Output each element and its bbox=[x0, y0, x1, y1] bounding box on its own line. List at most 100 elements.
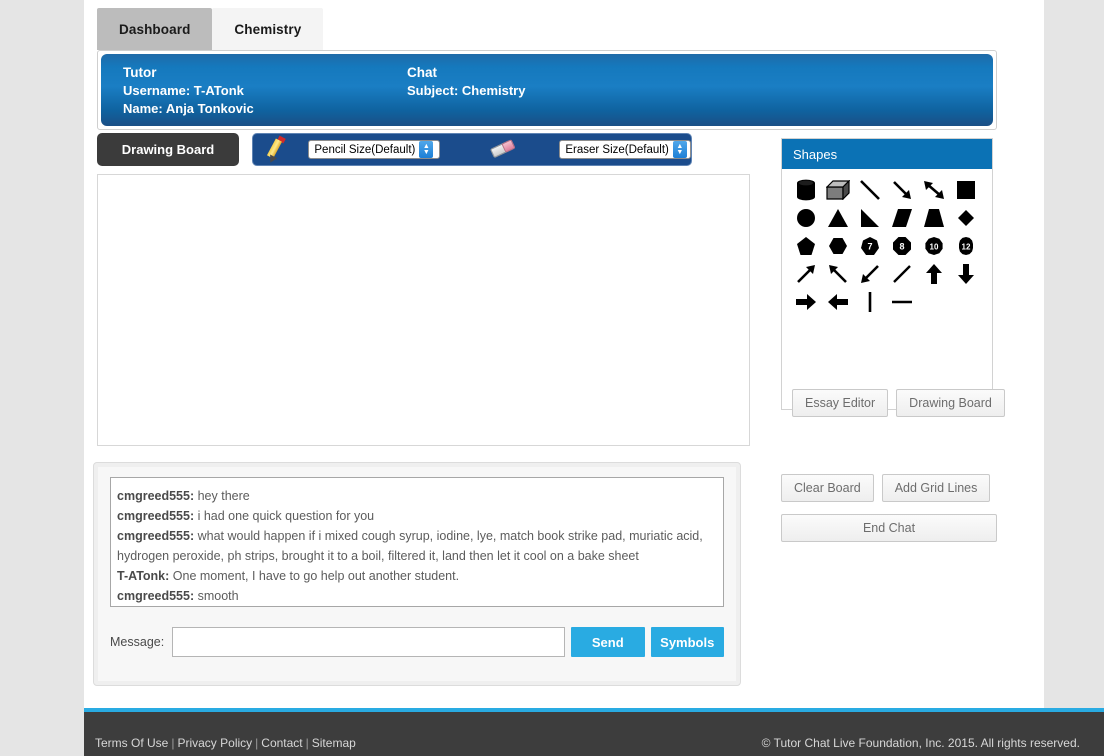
drawing-board-tab[interactable]: Drawing Board bbox=[97, 133, 239, 166]
shape-right-triangle-icon[interactable] bbox=[854, 204, 886, 232]
chat-message-text: smooth bbox=[194, 589, 239, 603]
drawing-board-button[interactable]: Drawing Board bbox=[896, 389, 1005, 417]
footer-copyright: © Tutor Chat Live Foundation, Inc. 2015.… bbox=[761, 736, 1080, 750]
shape-arrow-left-icon[interactable] bbox=[822, 288, 854, 316]
shape-dodecagon-icon[interactable]: 12 bbox=[950, 232, 982, 260]
shape-hexagon-icon[interactable] bbox=[822, 232, 854, 260]
footer-links: Terms Of Use | Privacy Policy | Contact | Site… bbox=[95, 736, 356, 750]
pencil-size-select[interactable]: Pencil Size(Default) ▲ ▼ bbox=[308, 140, 441, 159]
session-info-header: Tutor Username: T-ATonk Name: Anja Tonko… bbox=[97, 50, 997, 130]
chevron-updown-icon: ▲ ▼ bbox=[672, 141, 687, 158]
tab-dashboard-label: Dashboard bbox=[119, 21, 191, 37]
chat-message: cmgreed555: what would happen if i mixed… bbox=[117, 526, 717, 566]
chat-heading: Chat bbox=[407, 65, 437, 80]
footer-separator: | bbox=[171, 736, 175, 750]
eraser-icon[interactable] bbox=[486, 137, 521, 163]
pencil-icon[interactable] bbox=[263, 135, 296, 164]
tab-chemistry-label: Chemistry bbox=[234, 21, 302, 37]
session-info-gradient: Tutor Username: T-ATonk Name: Anja Tonko… bbox=[101, 54, 993, 126]
drawing-toolbar: Pencil Size(Default) ▲ ▼ Eraser Size(Defa… bbox=[252, 133, 692, 166]
chat-message-text: hey there bbox=[194, 489, 250, 503]
shape-parallelogram-icon[interactable] bbox=[886, 204, 918, 232]
board-action-buttons: Clear Board Add Grid Lines bbox=[781, 474, 993, 502]
shapes-panel: Shapes 7 8 10 12 Essay Editor Drawing Bo… bbox=[781, 138, 1005, 417]
page-footer: Terms Of Use | Privacy Policy | Contact | Site… bbox=[84, 708, 1104, 756]
shape-trapezoid-icon[interactable] bbox=[918, 204, 950, 232]
footer-link-privacy[interactable]: Privacy Policy bbox=[177, 736, 252, 750]
shapes-panel-title: Shapes bbox=[793, 146, 838, 162]
eraser-size-value: Eraser Size(Default) bbox=[565, 143, 669, 156]
shape-arrow-up-left-icon[interactable] bbox=[822, 260, 854, 288]
message-label: Message: bbox=[110, 635, 165, 649]
shape-line-slash-icon[interactable] bbox=[886, 260, 918, 288]
tutor-info-block: Tutor Username: T-ATonk Name: Anja Tonko… bbox=[123, 65, 254, 116]
tutor-username: Username: T-ATonk bbox=[123, 83, 244, 98]
shape-octagon-icon[interactable]: 8 bbox=[886, 232, 918, 260]
page-root: Dashboard Chemistry Tutor Username: T-AT… bbox=[0, 0, 1104, 756]
eraser-size-select[interactable]: Eraser Size(Default) ▲ ▼ bbox=[559, 140, 691, 159]
chevron-updown-icon: ▲ ▼ bbox=[419, 141, 434, 158]
tutor-heading: Tutor bbox=[123, 65, 157, 80]
shape-diamond-icon[interactable] bbox=[950, 204, 982, 232]
chat-message-text: what would happen if i mixed cough syrup… bbox=[117, 529, 703, 563]
end-chat-button[interactable]: End Chat bbox=[781, 514, 997, 542]
content-container: Dashboard Chemistry Tutor Username: T-AT… bbox=[84, 0, 1044, 708]
shape-square-icon[interactable] bbox=[950, 176, 982, 204]
shape-pentagon-icon[interactable] bbox=[790, 232, 822, 260]
shape-triangle-icon[interactable] bbox=[822, 204, 854, 232]
chat-message: cmgreed555: i had one quick question for… bbox=[117, 506, 717, 526]
tab-chemistry[interactable]: Chemistry bbox=[212, 8, 324, 50]
symbols-button[interactable]: Symbols bbox=[650, 627, 724, 657]
footer-separator: | bbox=[255, 736, 259, 750]
shape-horizontal-line-icon[interactable] bbox=[886, 288, 918, 316]
svg-text:10: 10 bbox=[930, 242, 939, 251]
chat-message-text: i had one quick question for you bbox=[194, 509, 375, 523]
chat-message-text: One moment, I have to go help out anothe… bbox=[169, 569, 460, 583]
add-grid-lines-button[interactable]: Add Grid Lines bbox=[881, 474, 991, 502]
shape-decagon-icon[interactable]: 10 bbox=[918, 232, 950, 260]
shape-arrow-down-left-icon[interactable] bbox=[854, 260, 886, 288]
shape-arrow-down-icon[interactable] bbox=[950, 260, 982, 288]
essay-editor-button[interactable]: Essay Editor bbox=[792, 389, 889, 417]
clear-board-button[interactable]: Clear Board bbox=[781, 474, 874, 502]
shapes-grid: 7 8 10 12 bbox=[782, 169, 992, 316]
shape-arrow-down-right-icon[interactable] bbox=[886, 176, 918, 204]
shape-arrow-up-icon[interactable] bbox=[918, 260, 950, 288]
drawing-canvas[interactable] bbox=[97, 174, 750, 446]
tab-bar: Dashboard Chemistry bbox=[97, 8, 324, 50]
editor-switch-buttons: Essay Editor Drawing Board bbox=[792, 389, 1005, 417]
message-row: Message: Send Symbols bbox=[110, 625, 724, 659]
drawing-board-tab-label: Drawing Board bbox=[121, 142, 215, 157]
message-input[interactable] bbox=[172, 627, 566, 657]
chat-log[interactable]: cmgreed555: hey there cmgreed555: i had … bbox=[110, 477, 724, 607]
chat-message-user: cmgreed555: bbox=[117, 589, 195, 603]
shape-line-diagonal-icon[interactable] bbox=[854, 176, 886, 204]
shape-cylinder-icon[interactable] bbox=[790, 176, 822, 204]
chat-subject: Subject: Chemistry bbox=[407, 83, 526, 98]
chat-panel: cmgreed555: hey there cmgreed555: i had … bbox=[93, 462, 741, 686]
footer-accent-bar bbox=[84, 708, 1104, 712]
shapes-panel-header: Shapes bbox=[782, 139, 992, 169]
footer-link-terms[interactable]: Terms Of Use bbox=[95, 736, 168, 750]
shape-arrow-right-icon[interactable] bbox=[790, 288, 822, 316]
footer-link-contact[interactable]: Contact bbox=[261, 736, 302, 750]
chat-message-user: T-ATonk: bbox=[117, 569, 170, 583]
svg-text:7: 7 bbox=[867, 242, 872, 252]
shape-vertical-line-icon[interactable] bbox=[854, 288, 886, 316]
shape-cube-icon[interactable] bbox=[822, 176, 854, 204]
svg-text:8: 8 bbox=[899, 242, 904, 252]
footer-link-sitemap[interactable]: Sitemap bbox=[312, 736, 356, 750]
chat-message: T-ATonk: One moment, I have to go help o… bbox=[117, 566, 717, 586]
send-button[interactable]: Send bbox=[571, 627, 645, 657]
chat-message-user: cmgreed555: bbox=[117, 509, 195, 523]
chat-message: cmgreed555: hey there bbox=[117, 486, 717, 506]
shape-heptagon-icon[interactable]: 7 bbox=[854, 232, 886, 260]
pencil-size-value: Pencil Size(Default) bbox=[314, 143, 416, 156]
tab-dashboard[interactable]: Dashboard bbox=[97, 8, 213, 50]
shape-double-arrow-icon[interactable] bbox=[918, 176, 950, 204]
footer-separator: | bbox=[305, 736, 309, 750]
svg-text:12: 12 bbox=[962, 242, 971, 251]
shape-circle-icon[interactable] bbox=[790, 204, 822, 232]
tutor-name: Name: Anja Tonkovic bbox=[123, 101, 254, 116]
shape-arrow-up-right-icon[interactable] bbox=[790, 260, 822, 288]
